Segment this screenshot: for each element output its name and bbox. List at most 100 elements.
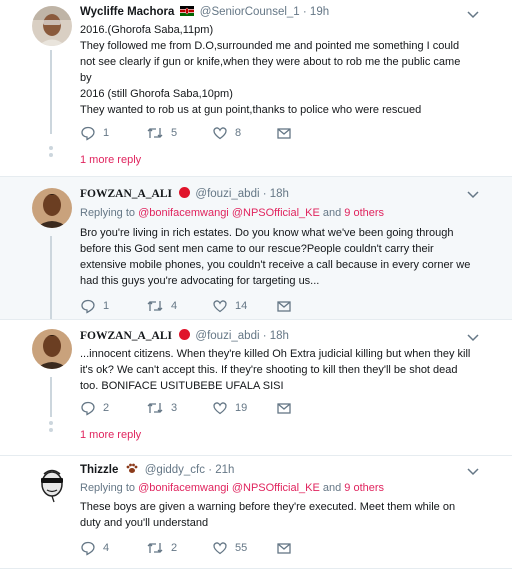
envelope-icon xyxy=(277,301,291,312)
heart-icon xyxy=(213,300,227,313)
tweet-card[interactable]: FOWZAN_A_ALI @fouzi_abdi · 18h Replying … xyxy=(0,176,512,319)
like-button[interactable]: 8 xyxy=(212,125,241,141)
reply-count: 2 xyxy=(103,402,110,414)
envelope-icon xyxy=(277,403,291,414)
replying-label: Replying to xyxy=(80,207,139,219)
user-name[interactable]: FOWZAN_A_ALI xyxy=(80,188,172,200)
timestamp[interactable]: 19h xyxy=(310,6,329,18)
like-button[interactable]: 55 xyxy=(212,540,247,556)
retweet-icon xyxy=(147,128,163,138)
direct-message-button[interactable] xyxy=(276,298,292,314)
envelope-icon xyxy=(277,128,291,139)
tweet-header: Thizzle @giddy_cfc · 21h xyxy=(80,463,235,476)
tweet-card[interactable]: Wycliffe Machora @SeniorCounsel_1 · 19h … xyxy=(0,0,512,176)
more-replies-link[interactable]: 1 more reply xyxy=(80,154,141,166)
user-handle[interactable]: @giddy_cfc xyxy=(145,464,205,476)
reply-count: 1 xyxy=(103,300,110,312)
timestamp[interactable]: 18h xyxy=(270,188,289,200)
retweet-count: 5 xyxy=(171,127,178,139)
reply-count: 1 xyxy=(103,127,110,139)
tweet-text: 2016.(Ghorofa Saba,11pm) They followed m… xyxy=(80,24,461,116)
retweet-count: 4 xyxy=(171,300,178,312)
thread-line xyxy=(50,377,52,417)
replying-to: Replying to @bonifacemwangi @NPSOfficial… xyxy=(80,482,384,494)
chevron-down-icon[interactable] xyxy=(466,190,480,200)
user-handle[interactable]: @fouzi_abdi xyxy=(195,188,259,200)
divider xyxy=(0,568,512,569)
avatar[interactable] xyxy=(32,463,72,503)
like-count: 55 xyxy=(235,542,248,554)
reply-icon xyxy=(81,299,95,314)
like-count: 8 xyxy=(235,127,242,139)
avatar[interactable] xyxy=(32,571,72,576)
direct-message-button[interactable] xyxy=(276,540,292,556)
reply-button[interactable]: 1 xyxy=(80,298,109,314)
timestamp[interactable]: 21h xyxy=(215,464,234,476)
tweet-card[interactable]: Thizzle @giddy_cfc · 21h Replying to @bo… xyxy=(0,455,512,568)
direct-message-button[interactable] xyxy=(276,400,292,416)
replying-and: and xyxy=(319,207,345,219)
thread-line xyxy=(50,50,52,134)
red-circle-icon xyxy=(179,329,191,340)
user-handle[interactable]: @SeniorCounsel_1 xyxy=(200,6,300,18)
chevron-down-icon[interactable] xyxy=(466,10,480,20)
retweet-icon xyxy=(147,403,163,413)
avatar[interactable] xyxy=(32,329,72,369)
retweet-button[interactable]: 3 xyxy=(146,400,177,416)
chevron-down-icon[interactable] xyxy=(466,333,480,343)
reply-button[interactable]: 2 xyxy=(80,400,109,416)
heart-icon xyxy=(213,127,227,140)
retweet-button[interactable]: 5 xyxy=(146,125,177,141)
mention-link[interactable]: @NPSOfficial_KE xyxy=(232,207,320,219)
reply-icon xyxy=(81,401,95,416)
more-replies-dots xyxy=(48,421,54,435)
envelope-icon xyxy=(277,543,291,554)
tweet-header: FOWZAN_A_ALI @fouzi_abdi · 18h xyxy=(80,329,289,342)
reply-count: 4 xyxy=(103,542,110,554)
retweet-count: 3 xyxy=(171,402,178,414)
retweet-count: 2 xyxy=(171,542,178,554)
red-circle-icon xyxy=(179,187,191,198)
replying-to: Replying to @bonifacemwangi @NPSOfficial… xyxy=(80,207,384,219)
mention-link[interactable]: @bonifacemwangi xyxy=(138,207,229,219)
mention-link[interactable]: @NPSOfficial_KE xyxy=(232,482,320,494)
user-name[interactable]: Thizzle xyxy=(80,464,118,476)
kenya-flag-icon xyxy=(179,6,194,16)
retweet-button[interactable]: 4 xyxy=(146,298,177,314)
like-count: 19 xyxy=(235,402,248,414)
reply-button[interactable]: 4 xyxy=(80,540,109,556)
user-handle[interactable]: @fouzi_abdi xyxy=(195,330,259,342)
tweet-card[interactable]: FOWZAN_A_ALI @fouzi_abdi · 18h ...innoce… xyxy=(0,319,512,455)
retweet-icon xyxy=(147,301,163,311)
retweet-icon xyxy=(147,543,163,553)
avatar[interactable] xyxy=(32,188,72,228)
reply-icon xyxy=(81,541,95,556)
direct-message-button[interactable] xyxy=(276,125,292,141)
heart-icon xyxy=(213,542,227,555)
tweet-text: Bro you're living in rich estates. Do yo… xyxy=(80,227,471,287)
more-replies-link[interactable]: 1 more reply xyxy=(80,429,141,441)
others-link[interactable]: 9 others xyxy=(344,207,384,219)
user-name[interactable]: Wycliffe Machora xyxy=(80,6,174,18)
retweet-button[interactable]: 2 xyxy=(146,540,177,556)
tweet-header: Wycliffe Machora @SeniorCounsel_1 · 19h xyxy=(80,6,330,18)
reply-button[interactable]: 1 xyxy=(80,125,109,141)
like-button[interactable]: 14 xyxy=(212,298,247,314)
thread-line xyxy=(50,236,52,319)
reply-icon xyxy=(81,126,95,141)
paw-icon xyxy=(125,463,139,474)
others-link[interactable]: 9 others xyxy=(344,482,384,494)
tweet-text: These boys are given a warning before th… xyxy=(80,501,456,529)
avatar[interactable] xyxy=(32,6,72,46)
user-name[interactable]: FOWZAN_A_ALI xyxy=(80,330,172,342)
like-button[interactable]: 19 xyxy=(212,400,247,416)
like-count: 14 xyxy=(235,300,248,312)
replying-label: Replying to xyxy=(80,482,139,494)
replying-and: and xyxy=(319,482,345,494)
mention-link[interactable]: @bonifacemwangi xyxy=(138,482,229,494)
more-replies-dots xyxy=(48,146,54,160)
chevron-down-icon[interactable] xyxy=(466,467,480,477)
heart-icon xyxy=(213,402,227,415)
timestamp[interactable]: 18h xyxy=(270,330,289,342)
tweet-header: FOWZAN_A_ALI @fouzi_abdi · 18h xyxy=(80,187,289,200)
